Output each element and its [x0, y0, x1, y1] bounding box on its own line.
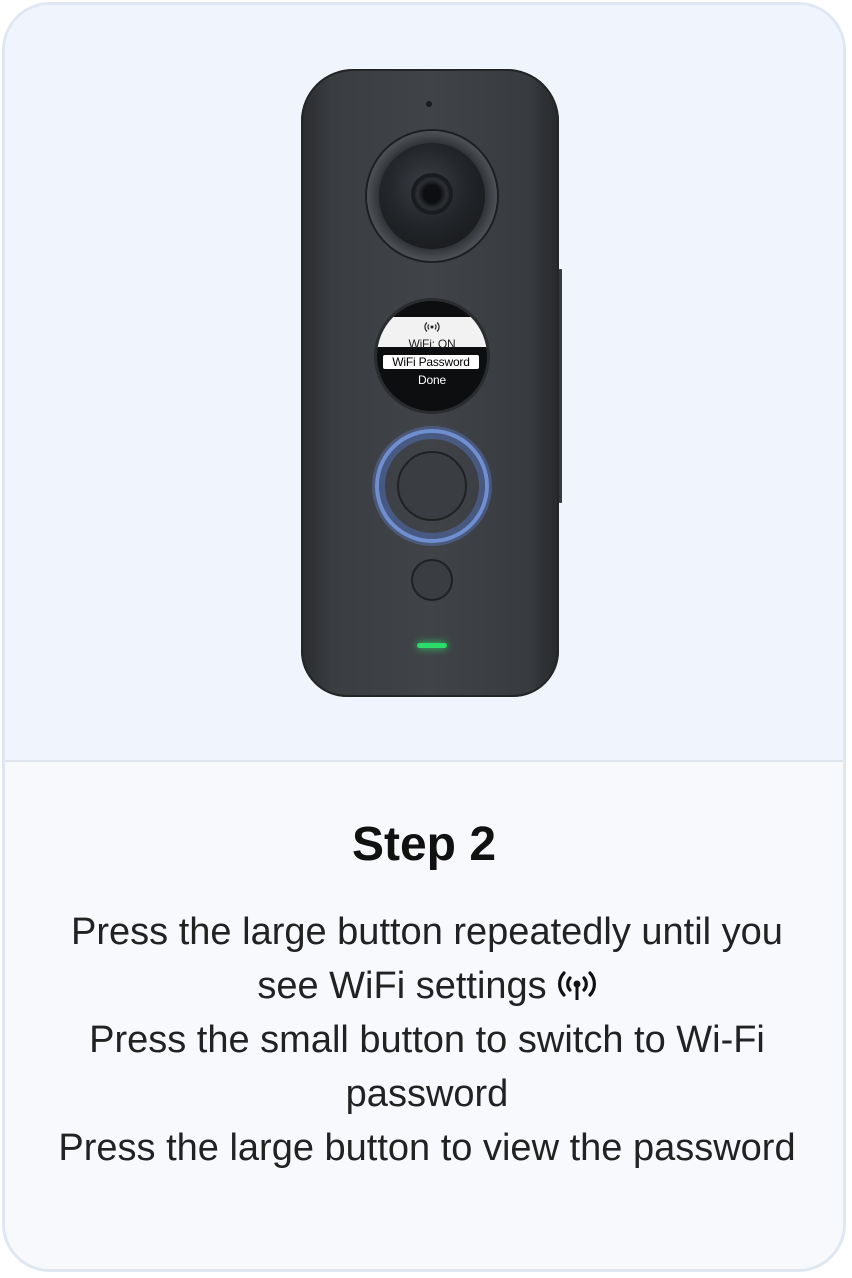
step-instructions: Press the large button repeatedly until … [45, 905, 809, 1175]
camera-body: WiFi: ON WiFi Password Done [301, 69, 559, 697]
small-button [411, 559, 453, 601]
wifi-icon [424, 322, 440, 332]
lens-glass [379, 143, 485, 249]
wifi-icon [557, 971, 596, 1000]
camera-lens [367, 131, 497, 261]
screen-done: Done [418, 373, 446, 387]
large-button [397, 451, 467, 521]
instruction-line-3: Press the large button to view the passw… [58, 1127, 796, 1169]
step-title: Step 2 [351, 818, 497, 871]
camera-illustration: WiFi: ON WiFi Password Done [5, 5, 843, 760]
instruction-line-1-text: Press the large button repeatedly until … [71, 911, 783, 1007]
screen-wifi-status: WiFi: ON [408, 337, 456, 351]
step-card: WiFi: ON WiFi Password Done Step 2 Press… [2, 2, 846, 1272]
camera-screen: WiFi: ON WiFi Password Done [377, 301, 487, 411]
instruction-line-2: Press the small button to switch to Wi-F… [89, 1019, 765, 1115]
microphone-hole [426, 101, 432, 107]
screen-wifi-password-selected: WiFi Password [383, 355, 479, 369]
instruction-line-1: Press the large button repeatedly until … [45, 905, 809, 1013]
lens-center [415, 177, 449, 211]
status-led [417, 643, 447, 648]
